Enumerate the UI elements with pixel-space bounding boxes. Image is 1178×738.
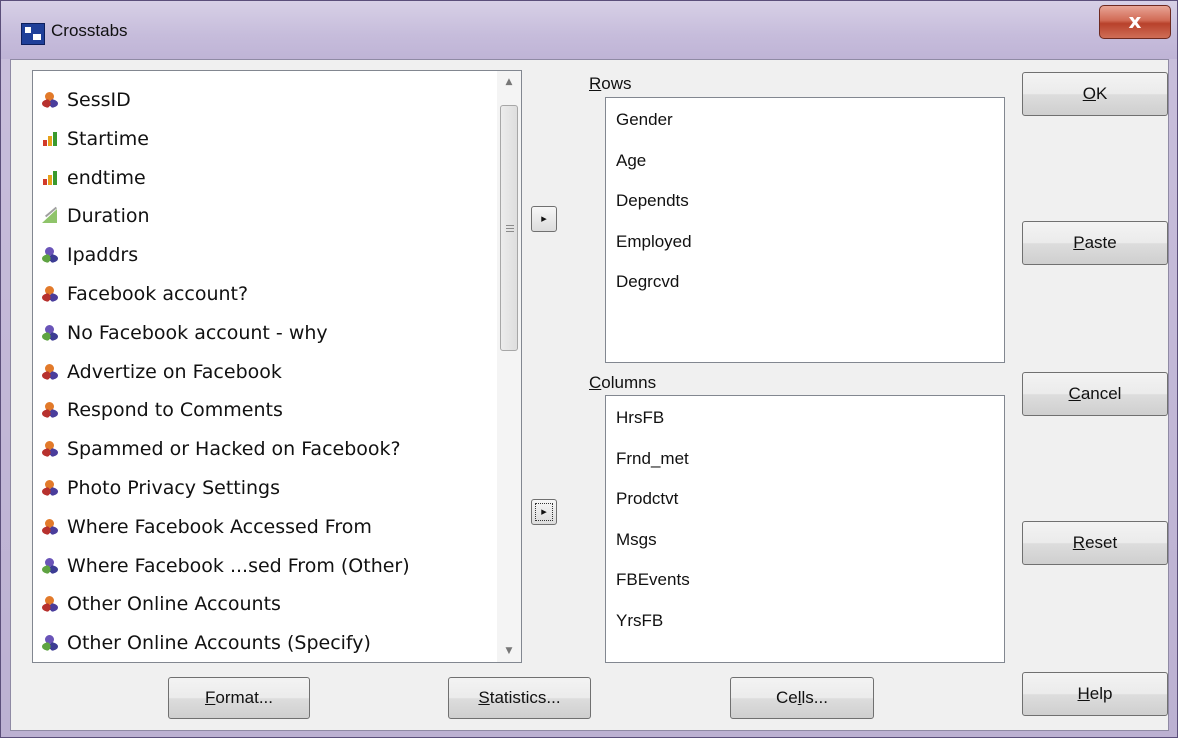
rows-list[interactable]: Gender Age Dependts Employed Degrcvd	[605, 97, 1005, 363]
columns-list-item[interactable]: YrsFB	[616, 611, 663, 631]
variable-list-scrollbar[interactable]: ▲ ▼	[497, 71, 521, 662]
variable-list-item[interactable]: Other Online Accounts (Specify)	[41, 628, 371, 658]
app-icon	[21, 23, 45, 45]
variable-label: Other Online Accounts	[67, 593, 281, 616]
nominal-icon	[41, 285, 59, 303]
variable-label: Other Online Accounts (Specify)	[67, 632, 371, 655]
variable-list-item[interactable]: Photo Privacy Settings	[41, 473, 280, 503]
nominal-icon	[41, 518, 59, 536]
paste-button[interactable]: Paste	[1022, 221, 1168, 265]
columns-label: Columns	[589, 373, 657, 392]
nominal-icon	[41, 479, 59, 497]
variable-list-item[interactable]: Duration	[41, 201, 150, 231]
variable-label: Respond to Comments	[67, 399, 283, 422]
nominal-icon	[41, 401, 59, 419]
window-title: Crosstabs	[51, 21, 128, 40]
variable-list-item[interactable]: Startime	[41, 124, 149, 154]
variable-list-item[interactable]: Where Facebook ...sed From (Other)	[41, 551, 410, 581]
rows-label: Rows	[589, 74, 632, 93]
format-button[interactable]: Format...	[168, 677, 310, 719]
close-button[interactable]: x	[1099, 5, 1171, 39]
scale-icon	[41, 207, 59, 225]
columns-list-item[interactable]: Msgs	[616, 530, 657, 550]
cells-button[interactable]: Cells...	[730, 677, 874, 719]
variable-list-item[interactable]: SessID	[41, 85, 131, 115]
variable-label: Ipaddrs	[67, 244, 139, 267]
variable-list-item[interactable]: No Facebook account - why	[41, 318, 328, 348]
string-icon	[41, 246, 59, 264]
variable-label: endtime	[67, 166, 146, 189]
scroll-up-icon[interactable]: ▲	[497, 71, 521, 93]
variable-label: Where Facebook Accessed From	[67, 515, 372, 538]
scroll-down-icon[interactable]: ▼	[497, 640, 521, 662]
variable-list-item[interactable]: Advertize on Facebook	[41, 357, 282, 387]
ordinal-icon	[41, 169, 59, 187]
variable-label: Facebook account?	[67, 283, 249, 305]
nominal-icon	[41, 595, 59, 613]
variable-list-item[interactable]: Other Online Accounts	[41, 589, 281, 619]
variable-list-item[interactable]: Where Facebook Accessed From	[41, 512, 372, 542]
columns-list-item[interactable]: HrsFB	[616, 408, 664, 428]
reset-button[interactable]: Reset	[1022, 521, 1168, 565]
variable-label: Duration	[67, 205, 150, 228]
string-icon	[41, 324, 59, 342]
variable-label: Photo Privacy Settings	[67, 477, 280, 499]
variable-list-item[interactable]: Spammed or Hacked on Facebook?	[41, 434, 401, 464]
columns-list-item[interactable]: Prodctvt	[616, 489, 678, 509]
dialog-body: SessID Startime endtime Duration Ipaddrs Face…	[10, 59, 1169, 731]
title-bar[interactable]: Crosstabs x	[1, 1, 1177, 59]
ok-button[interactable]: OK	[1022, 72, 1168, 116]
move-to-columns-button[interactable]: ▸	[531, 499, 557, 525]
cancel-button[interactable]: Cancel	[1022, 372, 1168, 416]
variable-label: Spammed or Hacked on Facebook?	[67, 438, 401, 461]
variable-list-item[interactable]: Facebook account?	[41, 279, 248, 309]
rows-list-item[interactable]: Degrcvd	[616, 272, 679, 292]
variable-list[interactable]: SessID Startime endtime Duration Ipaddrs Face…	[32, 70, 522, 663]
string-icon	[41, 557, 59, 575]
variable-label: Advertize on Facebook	[67, 360, 282, 383]
statistics-button[interactable]: Statistics...	[448, 677, 591, 719]
rows-list-item[interactable]: Employed	[616, 232, 692, 252]
columns-list-item[interactable]: Frnd_met	[616, 449, 689, 469]
variable-list-item[interactable]: Respond to Comments	[41, 395, 283, 425]
variable-label: SessID	[67, 89, 131, 111]
columns-list[interactable]: HrsFB Frnd_met Prodctvt Msgs FBEvents YrsFB	[605, 395, 1005, 663]
variable-label: No Facebook account - why	[67, 321, 328, 344]
variable-label: Startime	[67, 127, 149, 150]
ordinal-icon	[41, 130, 59, 148]
variable-label: Where Facebook ...sed From (Other)	[67, 554, 410, 577]
help-button[interactable]: Help	[1022, 672, 1168, 716]
rows-list-item[interactable]: Dependts	[616, 191, 689, 211]
variable-list-item[interactable]: Ipaddrs	[41, 240, 138, 270]
crosstabs-dialog: Crosstabs x SessID Startime endtime Duratio…	[0, 0, 1178, 738]
variable-list-item[interactable]: endtime	[41, 163, 146, 193]
rows-list-item[interactable]: Gender	[616, 110, 673, 130]
nominal-icon	[41, 440, 59, 458]
move-to-rows-button[interactable]: ▸	[531, 206, 557, 232]
string-icon	[41, 634, 59, 652]
nominal-icon	[41, 91, 59, 109]
nominal-icon	[41, 363, 59, 381]
scrollbar-thumb[interactable]	[500, 105, 518, 351]
columns-list-item[interactable]: FBEvents	[616, 570, 690, 590]
rows-list-item[interactable]: Age	[616, 151, 646, 171]
